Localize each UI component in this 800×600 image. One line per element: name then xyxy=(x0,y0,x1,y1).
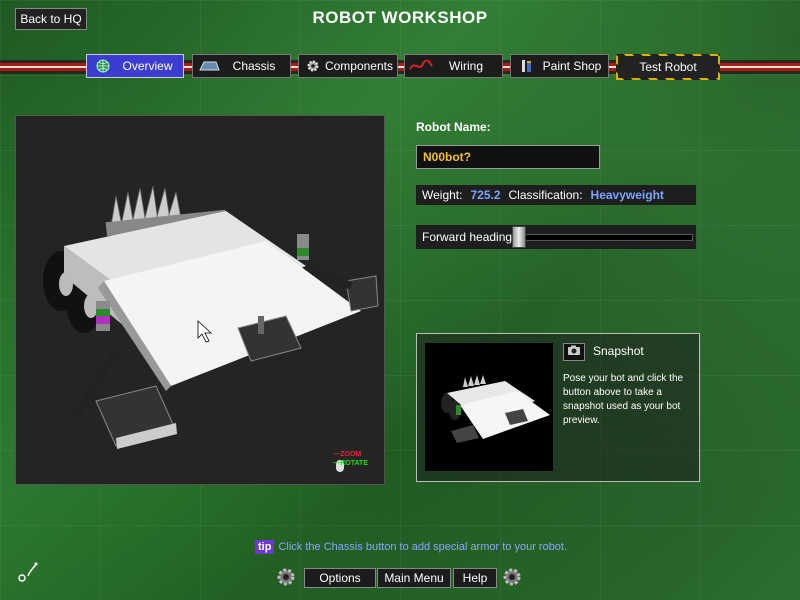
zoom-rotate-hint: —ZOOM —ROTATE xyxy=(333,450,368,468)
weight-label: Weight: xyxy=(422,188,463,202)
wire-icon xyxy=(408,58,434,74)
page-title: ROBOT WORKSHOP xyxy=(312,8,488,27)
tab-label: Test Robot xyxy=(639,60,697,74)
robot-name-label: Robot Name: xyxy=(416,120,491,134)
gear-icon xyxy=(275,566,297,588)
tab-chassis[interactable]: Chassis xyxy=(192,54,291,78)
robot-model xyxy=(43,185,379,449)
gear-icon xyxy=(302,58,325,74)
take-snapshot-button[interactable] xyxy=(563,343,585,361)
globe-icon xyxy=(90,58,116,74)
robot-stats: Weight: 725.2 Classification: Heavyweigh… xyxy=(416,185,696,205)
tab-label: Components xyxy=(324,59,393,73)
tab-paint-shop[interactable]: Paint Shop xyxy=(510,54,609,78)
classification-label: Classification: xyxy=(508,188,583,202)
tab-test-robot[interactable]: Test Robot xyxy=(616,54,720,80)
rotate-label: —ROTATE xyxy=(333,460,368,467)
robot-3d-viewport[interactable]: —ZOOM —ROTATE xyxy=(15,115,385,485)
robot-name-input[interactable] xyxy=(416,145,600,169)
classification-value: Heavyweight xyxy=(590,188,664,202)
forward-heading-slider-thumb[interactable] xyxy=(512,226,526,248)
forward-heading-row: Forward heading: xyxy=(416,225,696,249)
gear-icon xyxy=(501,566,523,588)
tab-wiring[interactable]: Wiring xyxy=(404,54,503,78)
tab-label: Wiring xyxy=(448,59,483,73)
tab-label: Paint Shop xyxy=(542,59,602,73)
tip-badge: tip xyxy=(255,540,275,554)
corner-logo-icon xyxy=(16,560,40,587)
main-menu-button[interactable]: Main Menu xyxy=(377,568,451,588)
help-button[interactable]: Help xyxy=(453,568,497,588)
weight-value: 725.2 xyxy=(470,188,501,202)
tab-components[interactable]: Components xyxy=(298,54,398,78)
snapshot-preview xyxy=(425,343,553,471)
tab-label: Chassis xyxy=(232,59,276,73)
tab-overview[interactable]: Overview xyxy=(86,54,184,78)
snapshot-panel: Snapshot Pose your bot and click the but… xyxy=(416,333,700,482)
forward-heading-label: Forward heading: xyxy=(422,230,516,244)
zoom-label: —ZOOM xyxy=(333,451,362,458)
footer-bar: Options Main Menu Help xyxy=(275,566,525,588)
forward-heading-slider-track[interactable] xyxy=(516,234,693,241)
tip-bar: tip Click the Chassis button to add spec… xyxy=(255,540,567,554)
chassis-icon xyxy=(196,58,222,74)
camera-icon xyxy=(567,343,581,361)
tip-text: Click the Chassis button to add special … xyxy=(278,541,568,553)
tab-label: Overview xyxy=(122,59,173,73)
paint-icon xyxy=(514,58,540,74)
snapshot-description: Pose your bot and click the button above… xyxy=(563,373,684,426)
snapshot-title: Snapshot xyxy=(593,344,644,358)
options-button[interactable]: Options xyxy=(304,568,376,588)
